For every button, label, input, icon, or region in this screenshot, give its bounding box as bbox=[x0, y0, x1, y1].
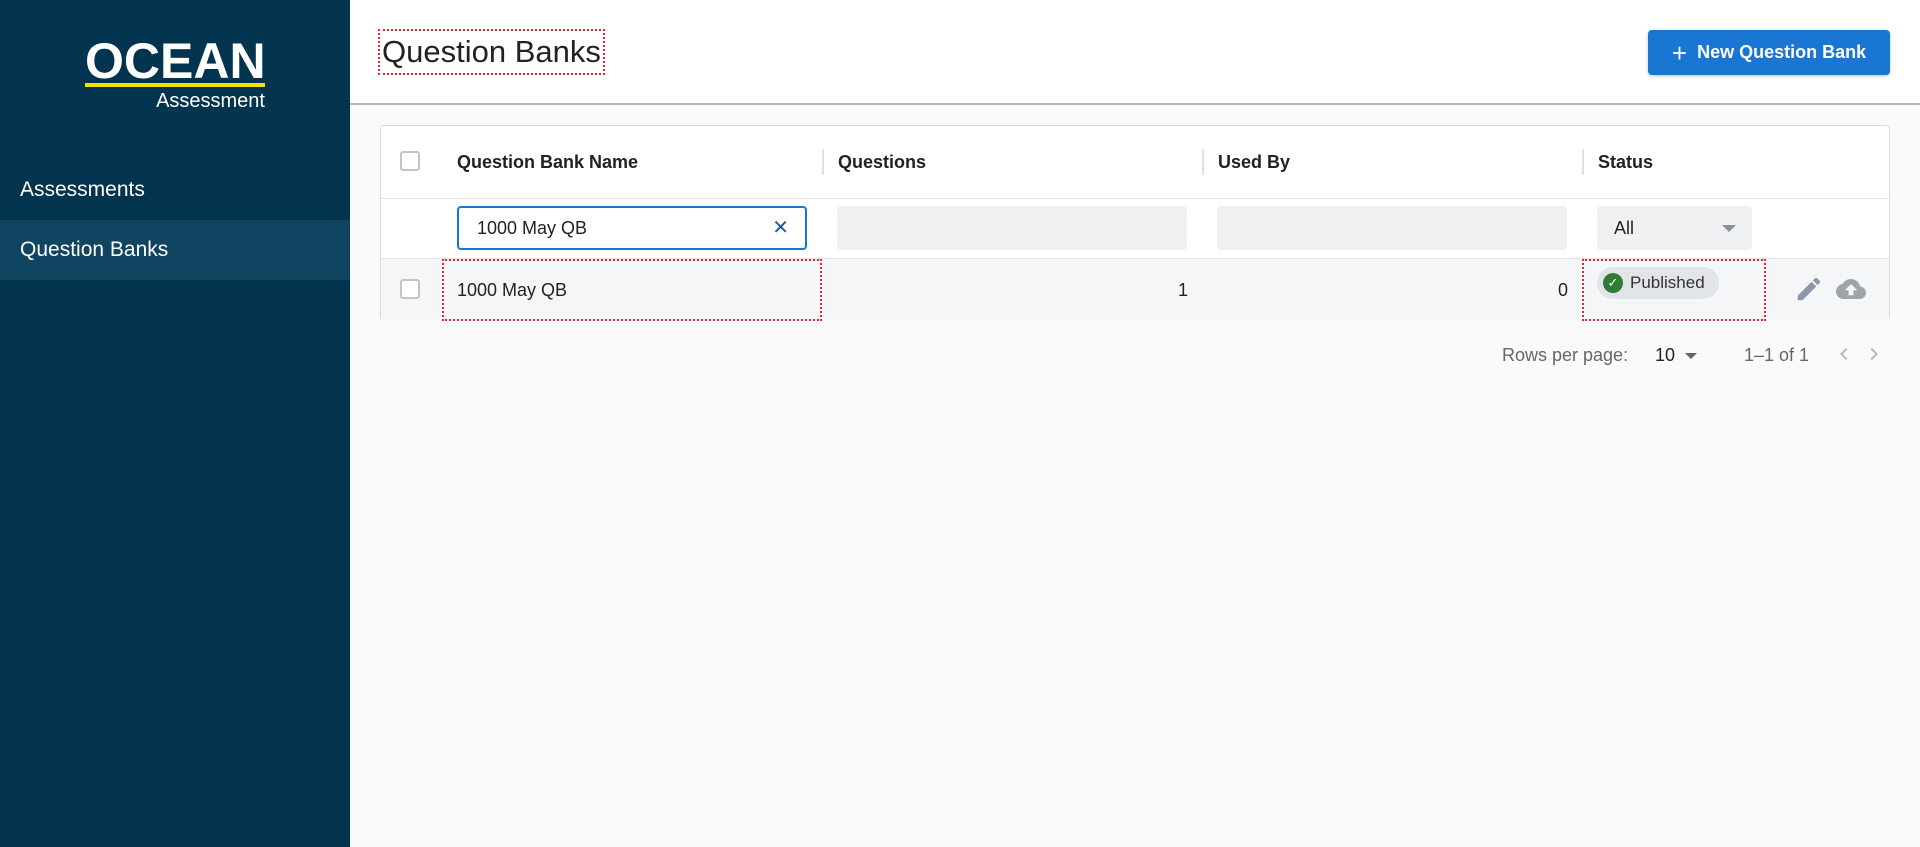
check-circle-icon: ✓ bbox=[1603, 273, 1623, 293]
ocean-logo[interactable]: OCEAN Assessment bbox=[85, 33, 266, 116]
pagination-range: 1–1 of 1 bbox=[1744, 345, 1810, 365]
row-questions-cell: 1 bbox=[1177, 280, 1188, 300]
column-resize-handle[interactable] bbox=[1202, 149, 1204, 175]
name-filter-text[interactable] bbox=[475, 216, 759, 240]
column-header-used-by[interactable]: Used By bbox=[1218, 126, 1290, 198]
page-header: Question Banks + New Question Bank bbox=[350, 0, 1920, 105]
edit-icon[interactable] bbox=[1794, 274, 1824, 304]
status-filter-value: All bbox=[1614, 218, 1635, 238]
rows-per-page-select[interactable]: 10 bbox=[1655, 330, 1700, 380]
new-question-bank-button[interactable]: + New Question Bank bbox=[1648, 30, 1890, 75]
logo-underline bbox=[85, 83, 265, 87]
chevron-left-icon[interactable] bbox=[1832, 342, 1856, 366]
logo-subtitle: Assessment bbox=[156, 90, 265, 112]
sidebar: OCEAN Assessment Assessments Question Ba… bbox=[0, 0, 350, 847]
status-badge: ✓ Published bbox=[1597, 267, 1719, 299]
plus-icon: + bbox=[1671, 37, 1688, 68]
status-filter-select[interactable]: All bbox=[1597, 206, 1752, 250]
row-used-by-cell: 0 bbox=[1557, 280, 1568, 300]
caret-down-icon bbox=[1685, 353, 1697, 359]
sidebar-item-assessments[interactable]: Assessments bbox=[0, 160, 350, 220]
column-resize-handle[interactable] bbox=[822, 149, 824, 175]
column-resize-handle[interactable] bbox=[1582, 149, 1584, 175]
new-question-bank-label: New Question Bank bbox=[1697, 42, 1867, 62]
row-checkbox[interactable] bbox=[400, 279, 420, 299]
status-badge-label: Published bbox=[1630, 273, 1705, 292]
table-header-row: Question Bank Name Questions Used By Sta… bbox=[381, 126, 1889, 199]
page-title: Question Banks bbox=[378, 29, 605, 75]
rows-per-page-value: 10 bbox=[1655, 345, 1676, 365]
rows-per-page-label: Rows per page: bbox=[1502, 345, 1629, 365]
clear-icon[interactable]: ✕ bbox=[772, 218, 789, 238]
row-name-cell: 1000 May QB bbox=[442, 259, 822, 321]
name-filter-input[interactable]: ✕ bbox=[457, 206, 807, 250]
sidebar-item-question-banks[interactable]: Question Banks bbox=[0, 220, 350, 280]
column-header-status[interactable]: Status bbox=[1598, 126, 1653, 198]
sidebar-item-label: Assessments bbox=[20, 178, 145, 201]
question-banks-table: Question Bank Name Questions Used By Sta… bbox=[380, 125, 1890, 321]
questions-filter-input[interactable] bbox=[837, 206, 1187, 250]
cloud-upload-icon[interactable] bbox=[1834, 274, 1868, 304]
select-all-checkbox[interactable] bbox=[400, 151, 420, 171]
column-header-questions[interactable]: Questions bbox=[838, 126, 926, 198]
column-header-name[interactable]: Question Bank Name bbox=[457, 126, 638, 198]
logo-word: OCEAN bbox=[85, 33, 266, 89]
sidebar-item-label: Question Banks bbox=[20, 238, 169, 261]
used-by-filter-input[interactable] bbox=[1217, 206, 1567, 250]
chevron-right-icon[interactable] bbox=[1862, 342, 1886, 366]
caret-down-icon bbox=[1722, 225, 1736, 232]
